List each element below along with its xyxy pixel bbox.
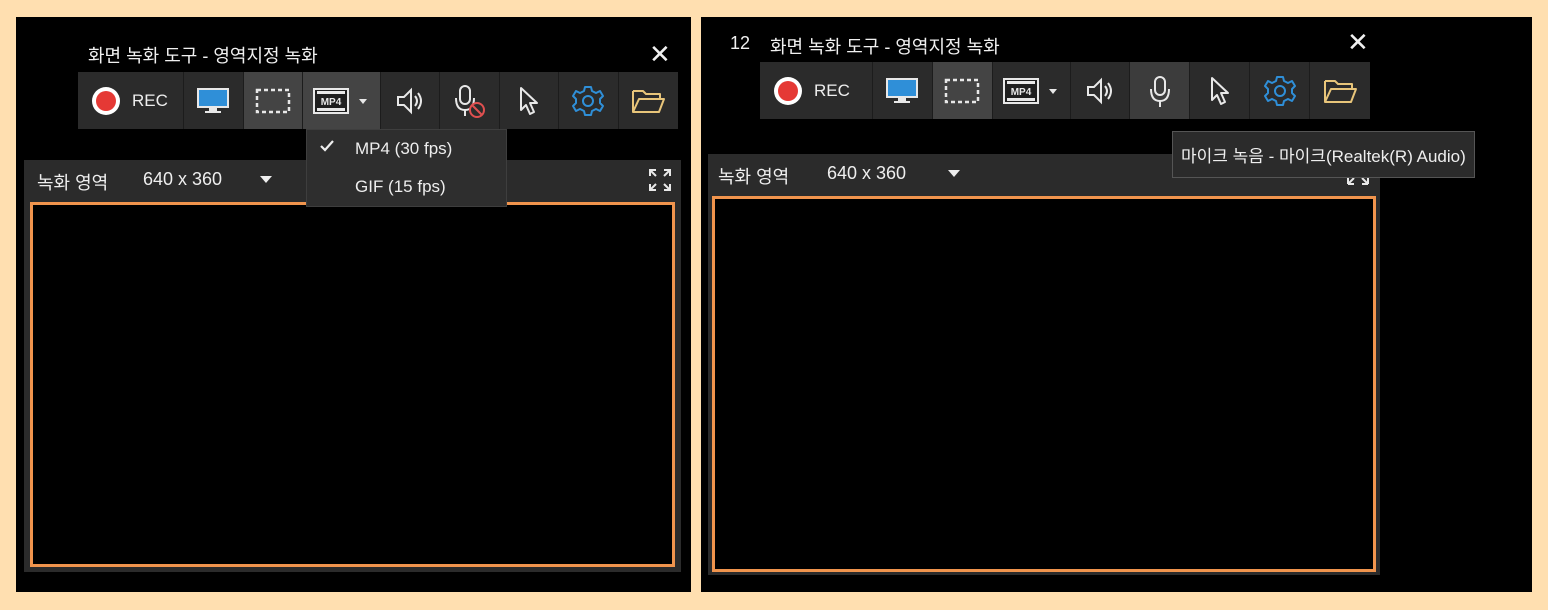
cursor-toggle-button[interactable]: [1190, 62, 1251, 119]
chevron-down-icon: [359, 98, 368, 104]
dashed-rectangle-icon: [255, 88, 291, 113]
format-menu-item-mp4[interactable]: MP4 (30 fps): [307, 130, 506, 168]
rec-label: REC: [132, 90, 168, 110]
settings-button[interactable]: [1250, 62, 1311, 119]
size-dropdown-arrow-icon[interactable]: [948, 170, 960, 177]
format-menu: MP4 (30 fps) GIF (15 fps): [306, 129, 507, 207]
area-size-select[interactable]: 640 x 360: [827, 163, 906, 184]
rec-label: REC: [814, 80, 850, 100]
check-icon: [320, 140, 334, 152]
format-dropdown-button[interactable]: MP4: [993, 62, 1071, 119]
region-mode-button[interactable]: [932, 62, 993, 119]
toolbar: REC MP4: [760, 62, 1370, 119]
folder-open-icon: [632, 89, 666, 113]
fullscreen-mode-button[interactable]: [873, 62, 933, 119]
chevron-down-icon: [1049, 88, 1058, 94]
rec-button[interactable]: REC: [78, 72, 185, 129]
right-recorder-window: 12 화면 녹화 도구 - 영역지정 녹화 ✕ REC MP4 녹화 영역 64…: [701, 17, 1532, 592]
microphone-tooltip: 마이크 녹음 - 마이크(Realtek(R) Audio): [1172, 131, 1475, 178]
record-icon: [774, 76, 802, 105]
folder-open-icon: [1324, 79, 1358, 103]
record-icon: [92, 86, 120, 115]
window-title: 화면 녹화 도구 - 영역지정 녹화: [88, 46, 318, 66]
svg-text:MP4: MP4: [1011, 87, 1032, 98]
area-size-select[interactable]: 640 x 360: [143, 169, 222, 190]
format-menu-item-gif[interactable]: GIF (15 fps): [307, 168, 506, 206]
microphone-icon: [1149, 75, 1170, 107]
settings-button[interactable]: [559, 72, 619, 129]
region-mode-button[interactable]: [243, 72, 304, 129]
speaker-icon: [396, 87, 422, 114]
cursor-icon: [1210, 76, 1229, 105]
system-audio-button[interactable]: [1071, 62, 1131, 119]
format-menu-item-label: GIF (15 fps): [355, 177, 446, 196]
dashed-rectangle-icon: [944, 78, 980, 103]
format-menu-item-label: MP4 (30 fps): [355, 139, 453, 158]
counter-label: 12: [730, 33, 751, 53]
expand-icon[interactable]: [648, 168, 672, 192]
toolbar: REC MP4: [78, 72, 678, 129]
recording-area-frame-container: [708, 194, 1380, 575]
gear-icon: [1263, 75, 1296, 106]
microphone-button[interactable]: [1130, 62, 1191, 119]
microphone-button[interactable]: [440, 72, 500, 129]
fullscreen-mode-button[interactable]: [184, 72, 244, 129]
format-dropdown-button[interactable]: MP4: [303, 72, 381, 129]
gear-icon: [572, 85, 605, 116]
close-button[interactable]: ✕: [649, 41, 671, 67]
close-button[interactable]: ✕: [1347, 29, 1369, 55]
speaker-icon: [1086, 77, 1112, 104]
rec-button[interactable]: REC: [760, 62, 873, 119]
film-mp4-icon: MP4: [1003, 77, 1040, 104]
area-label: 녹화 영역: [718, 167, 790, 187]
area-label: 녹화 영역: [37, 173, 109, 193]
recording-area-frame-container: [24, 200, 681, 572]
film-mp4-icon: MP4: [313, 87, 350, 114]
size-dropdown-arrow-icon[interactable]: [260, 176, 272, 183]
monitor-icon: [886, 77, 919, 103]
cursor-toggle-button[interactable]: [500, 72, 559, 129]
svg-text:MP4: MP4: [321, 97, 342, 108]
monitor-icon: [197, 87, 230, 113]
recording-area-frame[interactable]: [30, 202, 675, 567]
left-recorder-window: 화면 녹화 도구 - 영역지정 녹화 ✕ REC MP4 녹화 영역 640 x…: [16, 17, 691, 592]
open-folder-button[interactable]: [1310, 62, 1370, 119]
cursor-icon: [519, 86, 538, 115]
recording-area-frame[interactable]: [712, 196, 1376, 572]
microphone-disabled-icon: [455, 84, 486, 118]
system-audio-button[interactable]: [381, 72, 440, 129]
open-folder-button[interactable]: [619, 72, 679, 129]
window-title: 화면 녹화 도구 - 영역지정 녹화: [770, 37, 1000, 57]
